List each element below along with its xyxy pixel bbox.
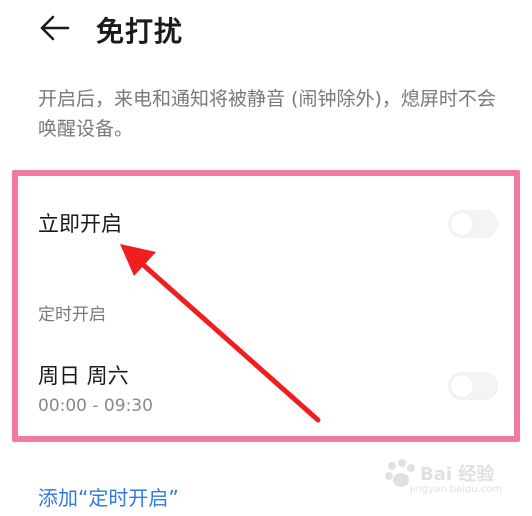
description-text: 开启后，来电和通知将被静音 (闹钟除外)，熄屏时不会唤醒设备。	[38, 88, 496, 140]
schedule-time-range: 00:00 - 09:30	[38, 396, 153, 416]
add-schedule-link[interactable]: 添加“定时开启”	[38, 482, 179, 511]
immediate-enable-toggle[interactable]	[448, 210, 498, 238]
immediate-enable-label: 立即开启	[38, 212, 122, 236]
schedule-days-label: 周日 周六	[38, 364, 129, 388]
baidu-watermark: Bai 经验 jingyan.baidu.com	[380, 454, 520, 504]
toggle-knob	[451, 375, 473, 397]
schedule-section-header: 定时开启	[38, 305, 106, 325]
page-title: 免打扰	[96, 15, 184, 48]
back-arrow-icon[interactable]	[38, 12, 72, 44]
watermark-url: jingyan.baidu.com	[410, 484, 503, 495]
toggle-knob	[451, 213, 473, 235]
paw-icon	[385, 459, 415, 487]
schedule-toggle[interactable]	[448, 372, 498, 400]
watermark-brand: Bai 经验	[420, 464, 495, 485]
